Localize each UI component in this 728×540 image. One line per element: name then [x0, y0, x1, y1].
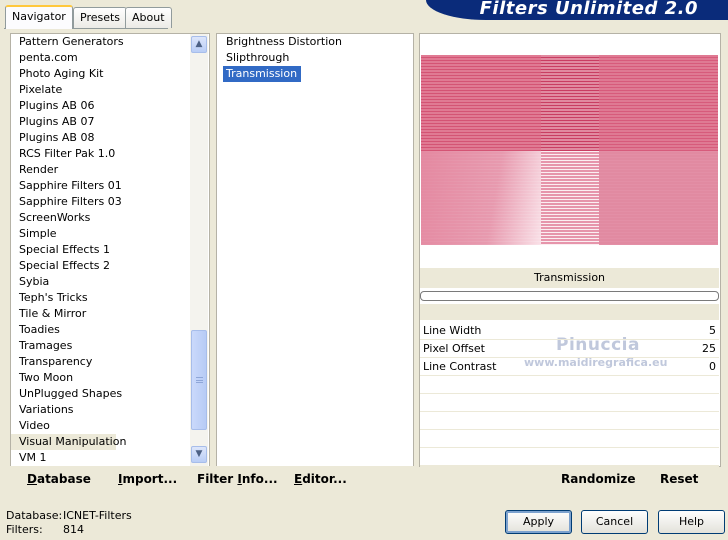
category-item[interactable]: UnPlugged Shapes [11, 386, 209, 402]
scroll-thumb[interactable] [191, 330, 207, 430]
status-filters: Filters: 814 [6, 523, 84, 536]
apply-button[interactable]: Apply [505, 510, 572, 534]
status-database-value: ICNET-Filters [63, 509, 132, 522]
tab-navigator[interactable]: Navigator [5, 5, 73, 29]
cancel-button[interactable]: Cancel [581, 510, 648, 534]
category-item[interactable]: Toadies [11, 322, 209, 338]
preview-filter-name: Transmission [420, 268, 719, 288]
category-item[interactable]: Variations [11, 402, 209, 418]
filter-list-panel: Brightness Distortion Slipthrough Transmis… [216, 33, 414, 467]
category-item[interactable]: Plugins AB 07 [11, 114, 209, 130]
category-item[interactable]: RCS Filter Pak 1.0 [11, 146, 209, 162]
param-row[interactable]: Pixel Offset 25 [420, 340, 719, 358]
category-item[interactable]: Transparency [11, 354, 209, 370]
category-item[interactable]: Sapphire Filters 03 [11, 194, 209, 210]
app-banner-title: Filters Unlimited 2.0 [426, 0, 728, 20]
status-database: Database: ICNET-Filters [6, 509, 132, 522]
category-item[interactable]: Sapphire Filters 01 [11, 178, 209, 194]
category-item[interactable]: Sybia [11, 274, 209, 290]
param-row-empty [420, 430, 719, 448]
database-button[interactable]: Database [27, 472, 91, 486]
param-value[interactable]: 25 [702, 340, 716, 358]
category-list-panel: Pattern Generators penta.com Photo Aging K… [10, 33, 210, 467]
category-item[interactable]: Tile & Mirror [11, 306, 209, 322]
category-item[interactable]: Video [11, 418, 209, 434]
param-label: Line Width [423, 324, 482, 337]
param-label: Pixel Offset [423, 342, 485, 355]
category-item[interactable]: Pixelate [11, 82, 209, 98]
preview-quadrant [599, 151, 718, 245]
filter-item[interactable]: Brightness Distortion [223, 34, 342, 50]
param-label: Line Contrast [423, 360, 497, 373]
category-item[interactable]: Render [11, 162, 209, 178]
preview-quadrant [541, 55, 599, 151]
category-item[interactable]: Pattern Generators [11, 34, 209, 50]
editor-button[interactable]: Editor... [294, 472, 347, 486]
category-item[interactable]: Plugins AB 08 [11, 130, 209, 146]
category-item[interactable]: Simple [11, 226, 209, 242]
category-item[interactable]: ScreenWorks [11, 210, 209, 226]
preview-image[interactable] [421, 55, 718, 245]
filter-item[interactable]: Transmission [223, 66, 302, 82]
category-item[interactable]: penta.com [11, 50, 209, 66]
scroll-up-button[interactable]: ▲ [191, 36, 207, 53]
tab-presets[interactable]: Presets [73, 7, 128, 28]
category-item[interactable]: Plugins AB 06 [11, 98, 209, 114]
preview-quadrant [421, 151, 541, 245]
param-row[interactable]: Line Width 5 [420, 322, 719, 340]
param-row-empty [420, 412, 719, 430]
tab-about[interactable]: About [125, 7, 172, 28]
status-filters-label: Filters: [6, 523, 43, 536]
progress-bar [420, 291, 719, 301]
filter-item[interactable]: Slipthrough [223, 50, 289, 66]
param-row-empty [420, 394, 719, 412]
scroll-down-button[interactable]: ▼ [191, 446, 207, 463]
param-row[interactable]: Line Contrast 0 [420, 358, 719, 376]
param-row-empty [420, 448, 719, 466]
param-value[interactable]: 0 [709, 358, 716, 376]
reset-button[interactable]: Reset [660, 472, 698, 486]
grip-icon [196, 377, 203, 383]
status-filters-value: 814 [63, 523, 84, 536]
param-row-empty [420, 376, 719, 394]
preview-quadrant [599, 55, 718, 151]
category-scrollbar[interactable]: ▲ ▼ [190, 34, 208, 466]
params-header [420, 304, 719, 320]
param-value[interactable]: 5 [709, 322, 716, 340]
filter-info-button[interactable]: Filter Info... [197, 472, 278, 486]
help-button[interactable]: Help [658, 510, 725, 534]
preview-quadrant [541, 151, 599, 245]
filter-list[interactable]: Brightness Distortion Slipthrough Transmis… [217, 34, 413, 82]
preview-quadrant [421, 55, 541, 151]
category-item[interactable]: Two Moon [11, 370, 209, 386]
category-list[interactable]: Pattern Generators penta.com Photo Aging K… [11, 34, 209, 466]
import-button[interactable]: Import... [118, 472, 177, 486]
randomize-button[interactable]: Randomize [561, 472, 635, 486]
category-item[interactable]: VM 1 [11, 450, 209, 466]
category-item[interactable]: Tramages [11, 338, 209, 354]
category-item[interactable]: Visual Manipulation [11, 434, 126, 450]
status-database-label: Database: [6, 509, 63, 522]
category-item[interactable]: Special Effects 2 [11, 258, 209, 274]
category-item[interactable]: Special Effects 1 [11, 242, 209, 258]
category-item[interactable]: Teph's Tricks [11, 290, 209, 306]
category-item[interactable]: Photo Aging Kit [11, 66, 209, 82]
